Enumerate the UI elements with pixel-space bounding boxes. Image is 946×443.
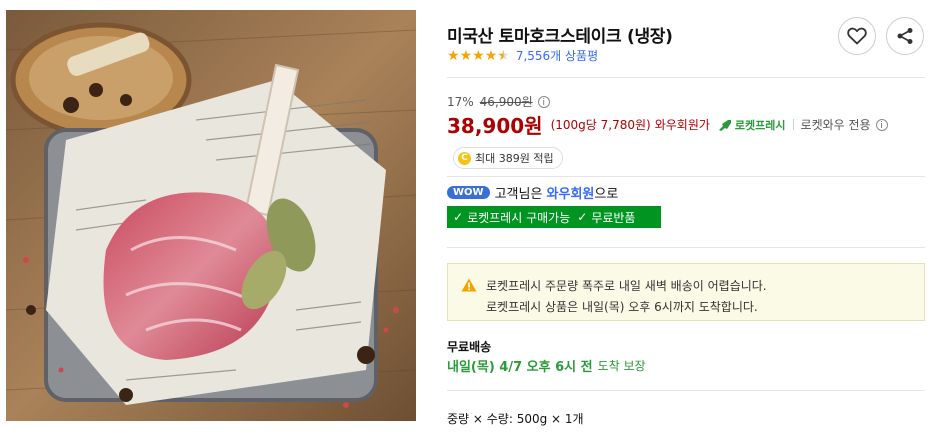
coin-icon: C [458,151,471,165]
rocket-icon [718,119,731,131]
product-image[interactable] [6,10,416,421]
wow-member-label: 와우회원 [546,187,595,202]
info-icon[interactable]: i [537,95,550,108]
benefit-rocket-purchase: 로켓프레시 구매가능 [467,210,571,225]
benefit-free-return: 무료반품 [591,210,636,225]
cashback-pill[interactable]: C 최대 389원 적립 [453,147,563,169]
notice-line-2: 로켓프레시 상품은 내일(목) 오후 6시까지 도착합니다. [486,300,758,314]
price-row: 38,900원 (100g당 7,780원) 와우회원가 로켓프레시 로켓와우 … [447,110,888,139]
discount-rate: 17% [447,94,474,109]
wow-member-row: WOW 고객님은 와우회원 으로 [447,183,618,202]
shipping-date-row: 내일(목) 4/7 오후 6시 전 도착 보장 [447,356,646,375]
divider [447,176,925,177]
discount-row: 17% 46,900원 i [447,93,550,110]
wow-badge: WOW [447,186,490,199]
shipping-label: 무료배송 [447,340,492,354]
rating-row: ★ ★ ★ ★ ★ 7,556개 상품평 [447,47,598,64]
wishlist-button[interactable] [838,17,876,55]
star-half-icon: ★ [497,47,510,64]
wow-suffix: 으로 [594,187,619,202]
star-icon: ★ [459,47,473,64]
sale-price: 38,900원 [447,114,543,138]
star-icon: ★ [484,47,498,64]
shipping-guarantee: 도착 보장 [597,359,646,373]
wow-only-label: 로켓와우 전용 i [801,116,888,133]
original-price: 46,900원 [479,95,533,109]
unit-price: (100g당 7,780원) [550,118,651,132]
share-button[interactable] [886,17,924,55]
benefit-bar: ✓ 로켓프레시 구매가능 ✓ 무료반품 [447,206,661,228]
cashback-label: 최대 389원 적립 [475,152,554,165]
info-icon[interactable]: i [875,118,888,131]
star-icon: ★ [447,47,460,64]
review-count-link[interactable]: 7,556개 상품평 [516,47,598,64]
star-rating: ★ ★ ★ ★ ★ [447,49,510,63]
share-icon [897,28,913,44]
check-icon: ✓ [453,210,464,224]
divider [447,247,925,248]
shipping-date: 내일(목) 4/7 오후 6시 전 [447,360,593,375]
option-summary: 중량 × 수량: 500g × 1개 [447,412,584,426]
wow-prefix: 고객님은 [494,187,543,202]
rocket-fresh-badge: 로켓프레시 [718,117,786,133]
separator [792,119,794,130]
wow-only-text: 로켓와우 전용 [800,118,871,132]
warning-icon [461,278,477,292]
heart-icon [847,27,867,45]
product-title: 미국산 토마호크스테이크 (냉장) [447,27,673,47]
notice-line-1: 로켓프레시 주문량 폭주로 내일 새벽 배송이 어렵습니다. [486,279,767,293]
delivery-notice: 로켓프레시 주문량 폭주로 내일 새벽 배송이 어렵습니다. 로켓프레시 상품은… [447,263,925,321]
rocket-fresh-label: 로켓프레시 [734,118,786,132]
star-icon: ★ [472,47,485,64]
member-price-label: 와우회원가 [654,118,710,132]
check-icon: ✓ [577,210,588,224]
divider [447,77,925,78]
product-photo-graphic [6,10,416,421]
product-info-panel: 미국산 토마호크스테이크 (냉장) ★ ★ ★ ★ ★ 7,556개 상품평 1… [447,0,927,443]
divider [447,390,925,391]
